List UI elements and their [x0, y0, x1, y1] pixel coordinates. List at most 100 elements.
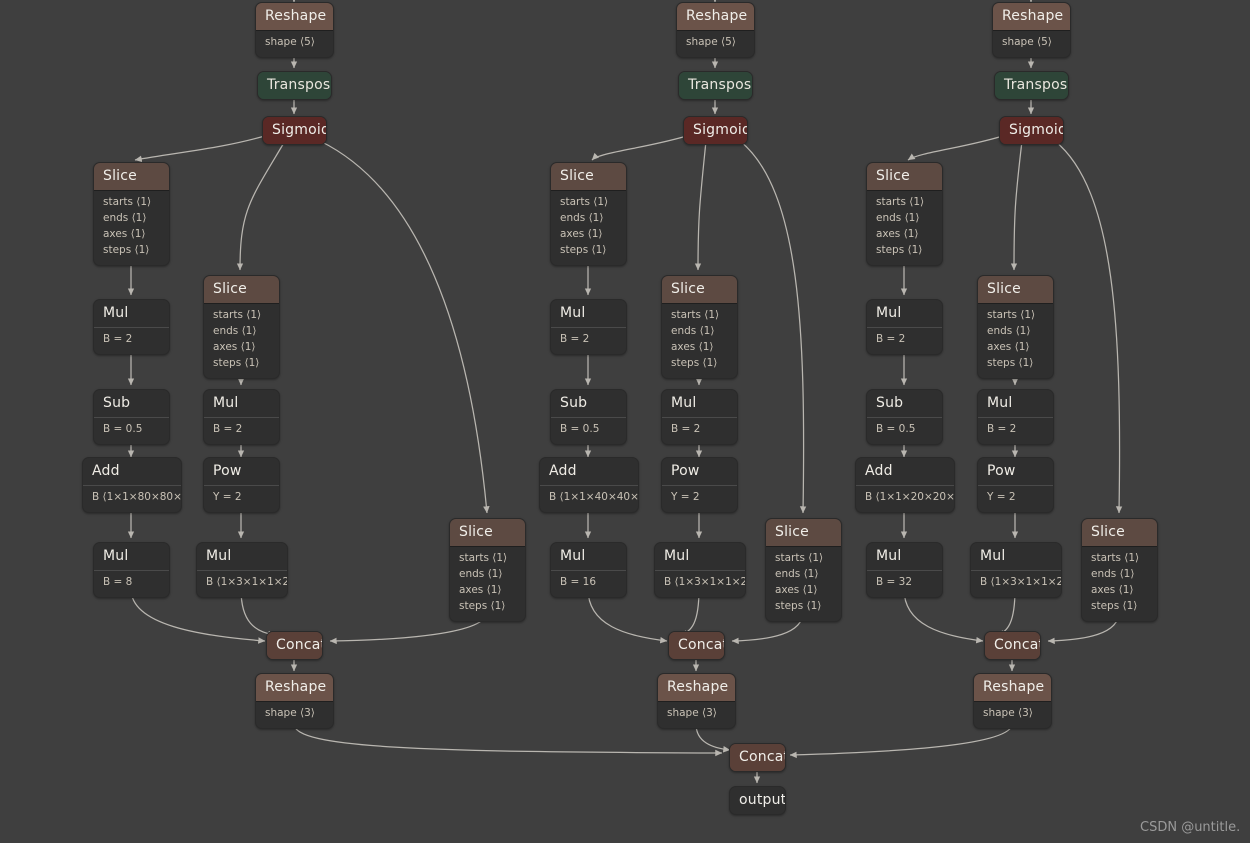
node-attrs: B = 2	[662, 418, 737, 444]
node-slice[interactable]: Slice starts ⟨1⟩ ends ⟨1⟩ axes ⟨1⟩ steps…	[866, 162, 943, 266]
node-add[interactable]: Add B ⟨1×1×20×20×2⟩	[855, 457, 955, 513]
node-attrs: starts ⟨1⟩ ends ⟨1⟩ axes ⟨1⟩ steps ⟨1⟩	[94, 191, 169, 265]
node-attrs: shape ⟨5⟩	[993, 31, 1070, 57]
node-title: Sigmoid	[263, 117, 326, 144]
node-mul[interactable]: Mul B ⟨1×3×1×1×2⟩	[196, 542, 288, 598]
node-attrs: B ⟨1×3×1×1×2⟩	[655, 571, 745, 597]
node-title: Sub	[551, 390, 626, 418]
node-title: Reshape	[993, 3, 1070, 31]
node-attrs: starts ⟨1⟩ ends ⟨1⟩ axes ⟨1⟩ steps ⟨1⟩	[766, 547, 841, 621]
node-title: Pow	[978, 458, 1053, 486]
node-mul[interactable]: Mul B = 2	[203, 389, 280, 445]
node-attrs: B ⟨1×1×20×20×2⟩	[856, 486, 954, 512]
node-slice[interactable]: Slice starts ⟨1⟩ ends ⟨1⟩ axes ⟨1⟩ steps…	[1081, 518, 1158, 622]
node-attrs: shape ⟨3⟩	[974, 702, 1051, 728]
node-mul[interactable]: Mul B ⟨1×3×1×1×2⟩	[970, 542, 1062, 598]
node-concat[interactable]: Concat	[266, 631, 323, 660]
node-title: Sigmoid	[1000, 117, 1063, 144]
node-title: Mul	[971, 543, 1061, 571]
node-slice[interactable]: Slice starts ⟨1⟩ ends ⟨1⟩ axes ⟨1⟩ steps…	[977, 275, 1054, 379]
node-transpose[interactable]: Transpose	[678, 71, 753, 100]
node-title: Concat	[267, 632, 322, 659]
node-slice[interactable]: Slice starts ⟨1⟩ ends ⟨1⟩ axes ⟨1⟩ steps…	[765, 518, 842, 622]
node-attrs: starts ⟨1⟩ ends ⟨1⟩ axes ⟨1⟩ steps ⟨1⟩	[551, 191, 626, 265]
node-reshape[interactable]: Reshape shape ⟨5⟩	[676, 2, 755, 58]
node-attrs: starts ⟨1⟩ ends ⟨1⟩ axes ⟨1⟩ steps ⟨1⟩	[1082, 547, 1157, 621]
node-attrs: B = 8	[94, 571, 169, 597]
node-title: Slice	[204, 276, 279, 304]
node-mul[interactable]: Mul B ⟨1×3×1×1×2⟩	[654, 542, 746, 598]
node-reshape[interactable]: Reshape shape ⟨5⟩	[992, 2, 1071, 58]
node-mul[interactable]: Mul B = 2	[866, 299, 943, 355]
node-pow[interactable]: Pow Y = 2	[977, 457, 1054, 513]
node-pow[interactable]: Pow Y = 2	[203, 457, 280, 513]
node-sub[interactable]: Sub B = 0.5	[93, 389, 170, 445]
node-attrs: B = 2	[551, 328, 626, 354]
node-transpose[interactable]: Transpose	[994, 71, 1069, 100]
node-add[interactable]: Add B ⟨1×1×80×80×2⟩	[82, 457, 182, 513]
node-attrs: starts ⟨1⟩ ends ⟨1⟩ axes ⟨1⟩ steps ⟨1⟩	[867, 191, 942, 265]
node-mul[interactable]: Mul B = 2	[93, 299, 170, 355]
node-add[interactable]: Add B ⟨1×1×40×40×2⟩	[539, 457, 639, 513]
node-attrs: B = 2	[867, 328, 942, 354]
node-title: Reshape	[974, 674, 1051, 702]
node-attrs: B ⟨1×3×1×1×2⟩	[971, 571, 1061, 597]
node-title: Add	[83, 458, 181, 486]
node-title: Reshape	[677, 3, 754, 31]
node-title: Slice	[1082, 519, 1157, 547]
node-concat[interactable]: Concat	[668, 631, 725, 660]
node-sigmoid[interactable]: Sigmoid	[262, 116, 327, 145]
node-sigmoid[interactable]: Sigmoid	[683, 116, 748, 145]
node-title: Add	[540, 458, 638, 486]
node-title: Concat	[730, 744, 785, 771]
node-attrs: starts ⟨1⟩ ends ⟨1⟩ axes ⟨1⟩ steps ⟨1⟩	[662, 304, 737, 378]
node-attrs: B = 2	[204, 418, 279, 444]
node-title: Sub	[94, 390, 169, 418]
node-attrs: B = 32	[867, 571, 942, 597]
node-sub[interactable]: Sub B = 0.5	[866, 389, 943, 445]
node-mul[interactable]: Mul B = 8	[93, 542, 170, 598]
node-sub[interactable]: Sub B = 0.5	[550, 389, 627, 445]
node-reshape[interactable]: Reshape shape ⟨3⟩	[657, 673, 736, 729]
node-slice[interactable]: Slice starts ⟨1⟩ ends ⟨1⟩ axes ⟨1⟩ steps…	[661, 275, 738, 379]
node-reshape[interactable]: Reshape shape ⟨5⟩	[255, 2, 334, 58]
node-title: Mul	[197, 543, 287, 571]
node-mul[interactable]: Mul B = 2	[550, 299, 627, 355]
node-title: Mul	[94, 543, 169, 571]
node-title: Mul	[867, 543, 942, 571]
node-title: Slice	[551, 163, 626, 191]
node-slice[interactable]: Slice starts ⟨1⟩ ends ⟨1⟩ axes ⟨1⟩ steps…	[93, 162, 170, 266]
node-concat[interactable]: Concat	[984, 631, 1041, 660]
node-title: Concat	[985, 632, 1040, 659]
node-attrs: B ⟨1×1×80×80×2⟩	[83, 486, 181, 512]
node-mul[interactable]: Mul B = 16	[550, 542, 627, 598]
node-attrs: B = 0.5	[551, 418, 626, 444]
node-slice[interactable]: Slice starts ⟨1⟩ ends ⟨1⟩ axes ⟨1⟩ steps…	[449, 518, 526, 622]
node-title: Transpose	[679, 72, 752, 99]
node-attrs: shape ⟨3⟩	[658, 702, 735, 728]
node-attrs: Y = 2	[662, 486, 737, 512]
node-title: Sub	[867, 390, 942, 418]
node-pow[interactable]: Pow Y = 2	[661, 457, 738, 513]
node-reshape[interactable]: Reshape shape ⟨3⟩	[973, 673, 1052, 729]
node-slice[interactable]: Slice starts ⟨1⟩ ends ⟨1⟩ axes ⟨1⟩ steps…	[203, 275, 280, 379]
node-attrs: B = 2	[94, 328, 169, 354]
node-mul[interactable]: Mul B = 2	[661, 389, 738, 445]
node-title: Mul	[662, 390, 737, 418]
node-title: Slice	[766, 519, 841, 547]
node-attrs: B ⟨1×3×1×1×2⟩	[197, 571, 287, 597]
node-output[interactable]: output	[729, 786, 786, 815]
node-reshape[interactable]: Reshape shape ⟨3⟩	[255, 673, 334, 729]
node-final-concat[interactable]: Concat	[729, 743, 786, 772]
node-mul[interactable]: Mul B = 2	[977, 389, 1054, 445]
node-attrs: B = 2	[978, 418, 1053, 444]
node-attrs: starts ⟨1⟩ ends ⟨1⟩ axes ⟨1⟩ steps ⟨1⟩	[204, 304, 279, 378]
node-transpose[interactable]: Transpose	[257, 71, 332, 100]
node-attrs: starts ⟨1⟩ ends ⟨1⟩ axes ⟨1⟩ steps ⟨1⟩	[450, 547, 525, 621]
node-sigmoid[interactable]: Sigmoid	[999, 116, 1064, 145]
node-title: Mul	[94, 300, 169, 328]
node-slice[interactable]: Slice starts ⟨1⟩ ends ⟨1⟩ axes ⟨1⟩ steps…	[550, 162, 627, 266]
node-title: Transpose	[995, 72, 1068, 99]
node-title: output	[730, 787, 785, 814]
node-mul[interactable]: Mul B = 32	[866, 542, 943, 598]
